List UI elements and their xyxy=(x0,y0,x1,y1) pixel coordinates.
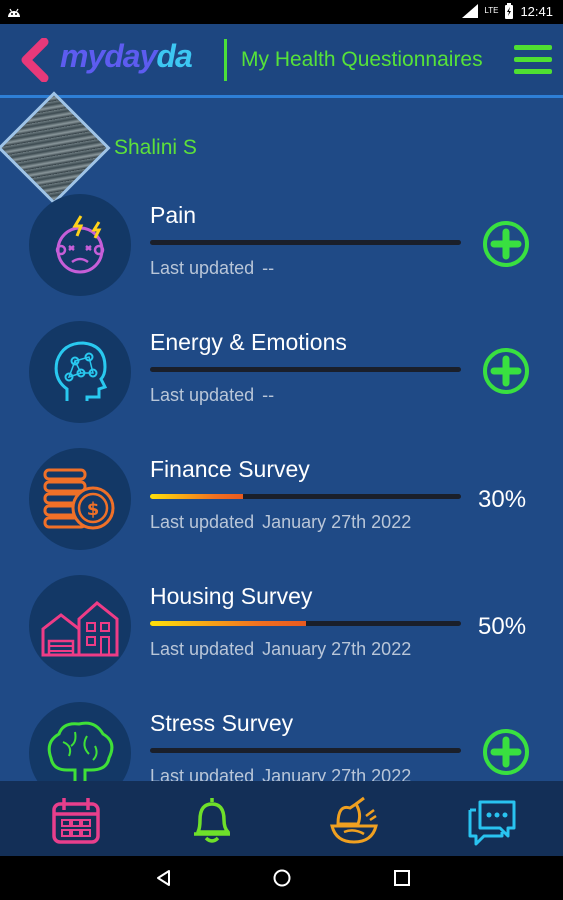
progress-bar xyxy=(150,621,461,626)
calendar-icon[interactable] xyxy=(50,794,102,846)
battery-icon xyxy=(505,3,514,19)
questionnaire-title: Stress Survey xyxy=(150,710,294,736)
chevron-left-icon[interactable] xyxy=(18,38,52,82)
coins-dollar-icon: $ xyxy=(29,448,131,550)
progress-track xyxy=(150,748,461,753)
list-item[interactable]: Energy & Emotions Last updated -- xyxy=(0,319,563,429)
back-triangle-icon[interactable] xyxy=(154,868,174,888)
home-circle-icon[interactable] xyxy=(272,868,292,888)
recents-square-icon[interactable] xyxy=(392,868,412,888)
list-item[interactable]: Housing Survey Last updated January 27th … xyxy=(0,573,563,683)
questionnaire-title: Energy & Emotions xyxy=(150,329,347,355)
list-item[interactable]: Stress Survey Last updated January 27th 2… xyxy=(0,700,563,782)
signal-icon xyxy=(462,4,479,18)
progress-fill xyxy=(150,621,306,626)
page-title: My Health Questionnaires xyxy=(241,48,483,71)
progress-percent: 50% xyxy=(478,613,527,640)
svg-text:$: $ xyxy=(87,499,100,520)
progress-track xyxy=(150,240,461,245)
questionnaire-list: Pain Last updated -- Energy & Emotions L… xyxy=(0,192,563,782)
progress-bar xyxy=(150,494,461,499)
houses-icon xyxy=(29,575,131,677)
list-item[interactable]: Pain Last updated -- xyxy=(0,192,563,302)
pain-head-icon xyxy=(29,194,131,296)
add-button[interactable] xyxy=(482,347,530,395)
header-divider xyxy=(224,39,227,81)
brain-tree-icon xyxy=(29,702,131,782)
avatar[interactable] xyxy=(0,91,111,205)
last-updated: Last updated January 27th 2022 xyxy=(150,639,412,659)
last-updated: Last updated -- xyxy=(150,385,275,405)
network-type: LTE xyxy=(484,6,499,15)
app-header: mydayda My Health Questionnaires xyxy=(0,24,563,98)
last-updated: Last updated January 27th 2022 xyxy=(150,766,412,782)
questionnaire-title: Finance Survey xyxy=(150,456,310,482)
logo-main: myday xyxy=(60,38,157,74)
brain-network-head-icon xyxy=(29,321,131,423)
add-button[interactable] xyxy=(482,220,530,268)
bell-icon[interactable] xyxy=(186,794,238,846)
android-icon xyxy=(8,8,20,17)
progress-fill xyxy=(150,494,244,499)
progress-percent: 30% xyxy=(478,486,527,513)
questionnaire-title: Housing Survey xyxy=(150,583,313,609)
add-button[interactable] xyxy=(482,728,530,776)
clock: 12:41 xyxy=(520,3,553,19)
profile-name: Shalini S xyxy=(114,136,197,159)
hamburger-menu-icon[interactable] xyxy=(514,45,552,77)
status-bar: LTE 12:41 xyxy=(0,0,563,24)
chat-icon[interactable] xyxy=(466,794,518,846)
list-item[interactable]: $ Finance Survey Last updated January 27t… xyxy=(0,446,563,556)
bottom-nav xyxy=(0,781,563,856)
last-updated: Last updated -- xyxy=(150,258,275,278)
logo-accent: da xyxy=(156,38,192,74)
last-updated: Last updated January 27th 2022 xyxy=(150,512,412,532)
progress-track xyxy=(150,367,461,372)
food-icon[interactable] xyxy=(328,794,380,846)
app-screen: mydayda My Health Questionnaires Shalini… xyxy=(0,24,563,856)
questionnaire-title: Pain xyxy=(150,202,197,228)
system-nav-bar xyxy=(0,856,563,900)
app-logo: mydayda xyxy=(60,38,193,75)
